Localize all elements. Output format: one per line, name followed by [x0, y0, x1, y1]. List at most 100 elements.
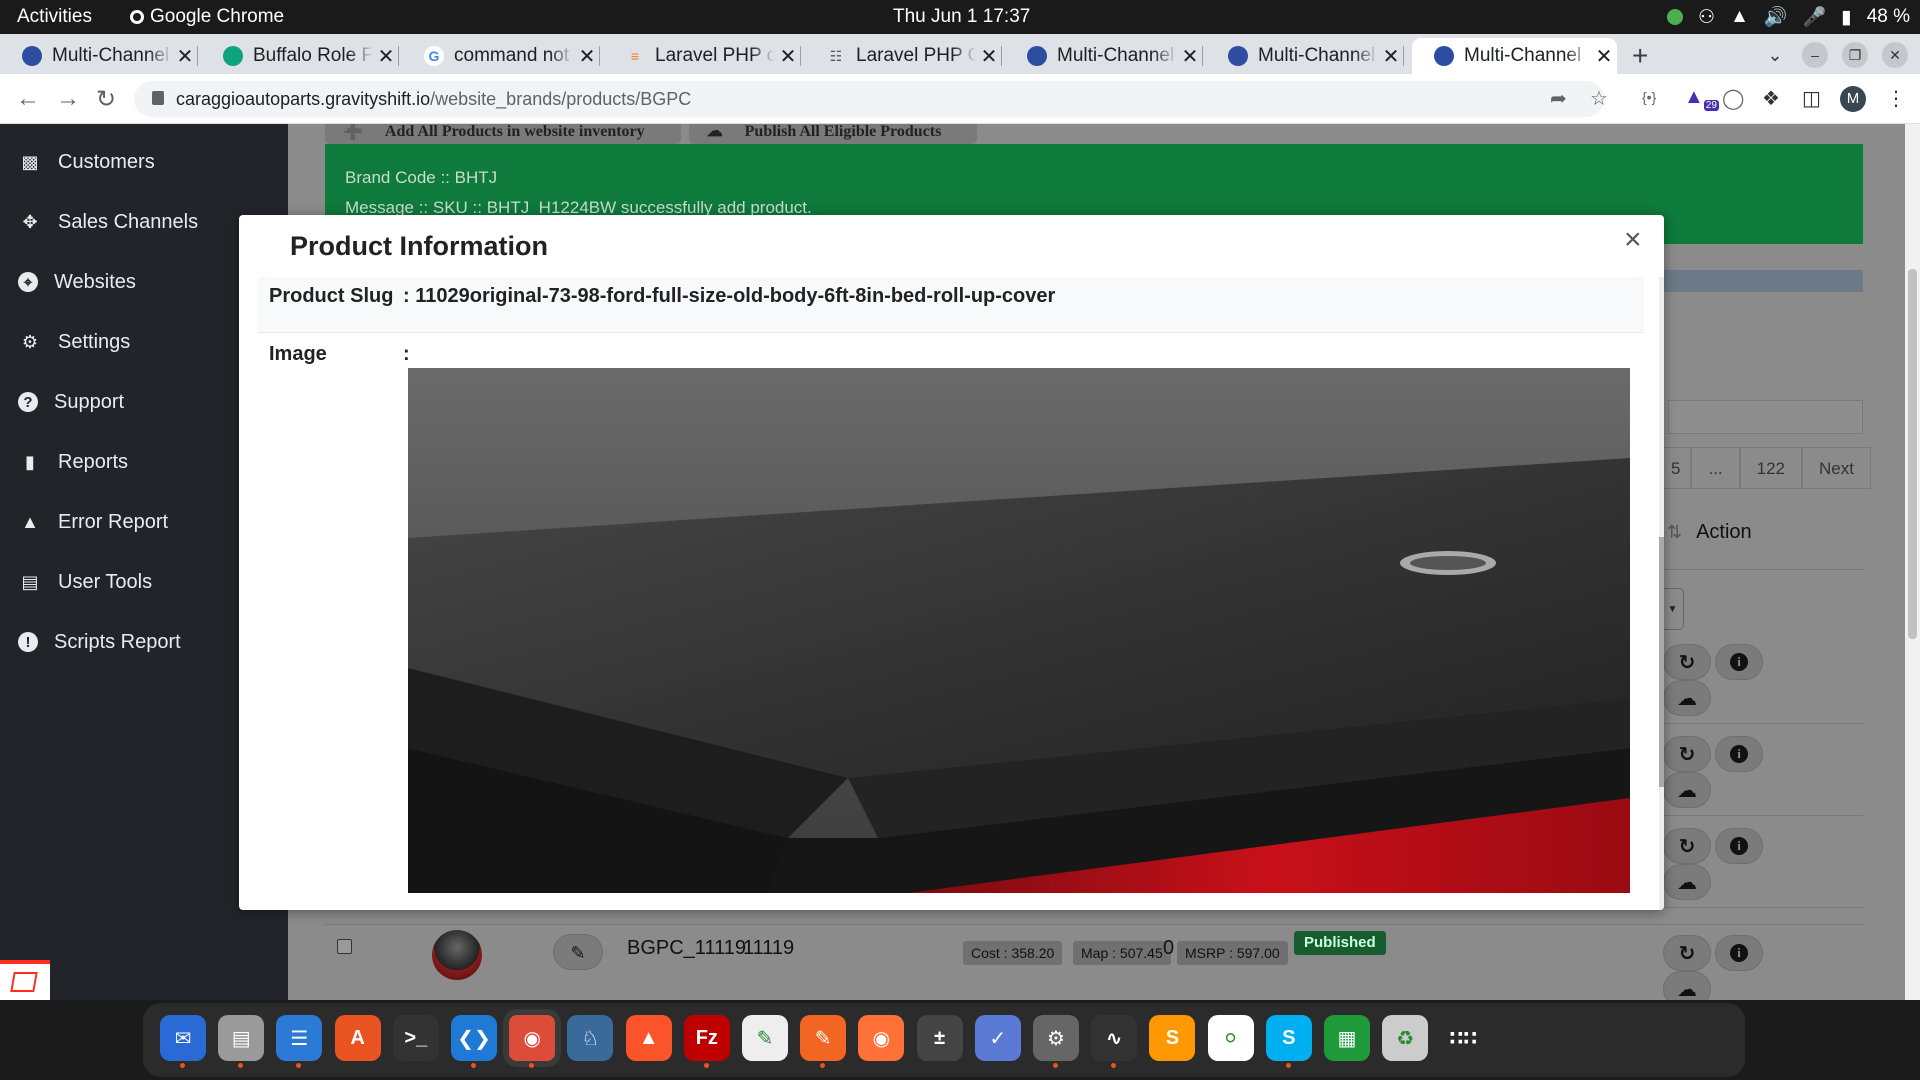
terminal-icon[interactable]: >_ [392, 1015, 439, 1061]
close-icon[interactable]: ✕ [574, 44, 600, 69]
extension-icon[interactable]: ◯ [1722, 86, 1744, 111]
row-checkbox[interactable] [337, 939, 352, 954]
close-icon[interactable]: ✕ [1591, 44, 1617, 69]
calculator-icon[interactable]: ± [916, 1015, 963, 1061]
sidebar-item-scripts-report[interactable]: ! Scripts Report [18, 622, 181, 662]
tab-active[interactable]: Multi-Channel ✕ [1412, 38, 1617, 74]
info-button[interactable]: i [1715, 935, 1763, 971]
writer-icon[interactable]: ☰ [276, 1015, 323, 1061]
sublime-icon[interactable]: S [1149, 1015, 1196, 1061]
info-button[interactable]: i [1715, 828, 1763, 864]
page-link[interactable]: 5 [1660, 447, 1692, 489]
close-icon[interactable]: ✕ [775, 44, 801, 69]
url-bar[interactable]: caraggioautoparts.gravityshift.io/websit… [134, 81, 1604, 117]
mysql-workbench-icon[interactable]: ♘ [567, 1015, 614, 1061]
scrollbar-thumb[interactable] [1908, 269, 1917, 639]
publish-all-button[interactable]: ☁ Publish All Eligible Products [688, 124, 978, 144]
filter-select[interactable]: ▼ [1662, 588, 1684, 630]
sync-button[interactable]: ↻ [1663, 935, 1711, 971]
back-icon[interactable]: ← [16, 85, 40, 113]
system-monitor-icon[interactable]: ∿ [1091, 1015, 1138, 1061]
calc-icon[interactable]: ▦ [1324, 1015, 1370, 1061]
sync-button[interactable]: ↻ [1663, 828, 1711, 864]
sidebar-item-support[interactable]: ? Support [18, 382, 124, 422]
tab-search-icon[interactable]: ⌄ [1762, 42, 1788, 68]
reload-icon[interactable]: ↻ [96, 85, 116, 114]
download-button[interactable]: ☁ [1663, 772, 1711, 808]
minimize-button[interactable]: – [1802, 42, 1828, 68]
page-scrollbar[interactable] [1905, 124, 1920, 1000]
mongodb-icon[interactable]: ⚪ [1207, 1015, 1254, 1061]
sidebar-item-settings[interactable]: ⚙ Settings [18, 322, 130, 362]
close-window-button[interactable]: ✕ [1882, 42, 1908, 68]
system-tray[interactable]: ⚇ ▲ 🔊 🎤 ▮ 48 % [1667, 5, 1910, 29]
modal-scrollbar[interactable] [1659, 277, 1664, 910]
search-input[interactable] [1668, 400, 1863, 434]
laravel-debugbar-icon[interactable] [0, 960, 50, 1000]
tab[interactable]: Multi-Channel ✕ [1005, 38, 1203, 74]
tab[interactable]: ≡ Laravel PHP cc ✕ [603, 38, 801, 74]
add-all-products-button[interactable]: ➕ Add All Products in website inventory [325, 124, 681, 144]
sidebar-item-websites[interactable]: ⌖ Websites [18, 262, 136, 302]
json-extension-icon[interactable]: {•} [1642, 89, 1656, 105]
profile-avatar[interactable]: M [1840, 86, 1866, 112]
share-icon[interactable]: ➦ [1550, 86, 1567, 111]
tab[interactable]: Buffalo Role F ✕ [201, 38, 399, 74]
info-button[interactable]: i [1715, 644, 1763, 680]
puzzle-icon[interactable]: ❖ [1762, 86, 1780, 111]
sort-icon[interactable]: ⇅ [1667, 522, 1682, 543]
tab[interactable]: Gcommand not ✕ [402, 38, 600, 74]
restore-button[interactable]: ❐ [1842, 42, 1868, 68]
filezilla-icon[interactable]: Fz [683, 1015, 730, 1061]
page-link[interactable]: 122 [1739, 447, 1803, 489]
inkscape-icon[interactable]: ✎ [800, 1015, 847, 1061]
side-panel-icon[interactable]: ◫ [1802, 86, 1821, 111]
skype-icon[interactable]: S [1265, 1015, 1312, 1061]
close-icon[interactable]: ✕ [172, 44, 198, 69]
tab[interactable]: Multi-Channel ✕ [0, 38, 198, 74]
edit-button[interactable]: ✎ [553, 934, 603, 970]
firefox-icon[interactable]: ◉ [858, 1015, 905, 1061]
app-menu[interactable]: Google Chrome [130, 6, 284, 28]
app-grid-icon[interactable]: ∷∷ [1440, 1015, 1486, 1061]
sync-button[interactable]: ↻ [1663, 736, 1711, 772]
thunderbird-icon[interactable]: ✉ [160, 1015, 206, 1061]
close-icon[interactable]: ✕ [1177, 44, 1203, 69]
close-icon[interactable]: ✕ [373, 44, 399, 69]
next-page-link[interactable]: Next [1802, 447, 1871, 489]
close-icon[interactable]: × [1624, 223, 1642, 257]
trash-icon[interactable]: ♻ [1382, 1015, 1429, 1061]
info-button[interactable]: i [1715, 736, 1763, 772]
tab[interactable]: Multi-Channel ✕ [1206, 38, 1404, 74]
brave-icon[interactable]: ▲ [625, 1015, 672, 1061]
extension-badge-icon[interactable]: ▲ 29 [1684, 86, 1719, 111]
files-icon[interactable]: ▤ [218, 1015, 265, 1061]
activities-button[interactable]: Activities [17, 6, 92, 28]
sidebar-item-sales-channels[interactable]: ✥ Sales Channels [18, 202, 198, 242]
sidebar-item-error-report[interactable]: ▲ Error Report [18, 502, 168, 542]
text-editor-icon[interactable]: ✎ [742, 1015, 788, 1061]
sidebar-item-customers[interactable]: ▩ Customers [18, 142, 154, 182]
kebab-menu-icon[interactable]: ⋮ [1886, 86, 1906, 111]
download-button[interactable]: ☁ [1663, 971, 1711, 1000]
close-icon[interactable]: ✕ [1378, 44, 1404, 69]
slug-value: : 11029original-73-98-ford-full-size-old… [403, 285, 1056, 307]
download-button[interactable]: ☁ [1663, 864, 1711, 900]
modal-scrollbar-thumb[interactable] [1659, 537, 1664, 787]
forward-icon[interactable]: → [56, 85, 80, 113]
close-icon[interactable]: ✕ [976, 44, 1002, 69]
bookmark-star-icon[interactable]: ☆ [1590, 86, 1608, 111]
vscode-icon[interactable]: ❮❯ [451, 1015, 497, 1061]
globe-icon [1027, 46, 1047, 66]
app-center-icon[interactable]: A [334, 1015, 381, 1061]
sync-button[interactable]: ↻ [1663, 644, 1711, 680]
clock[interactable]: Thu Jun 1 17:37 [893, 6, 1030, 28]
sidebar-item-reports[interactable]: ▮ Reports [18, 442, 128, 482]
tasks-icon[interactable]: ✓ [974, 1015, 1021, 1061]
new-tab-button[interactable]: + [1632, 40, 1648, 72]
tab[interactable]: ☷ Laravel PHP C ✕ [804, 38, 1002, 74]
settings-icon[interactable]: ⚙ [1033, 1015, 1079, 1061]
sidebar-item-user-tools[interactable]: ▤ User Tools [18, 562, 152, 602]
chrome-icon[interactable]: ◉ [509, 1015, 556, 1061]
download-button[interactable]: ☁ [1663, 680, 1711, 716]
